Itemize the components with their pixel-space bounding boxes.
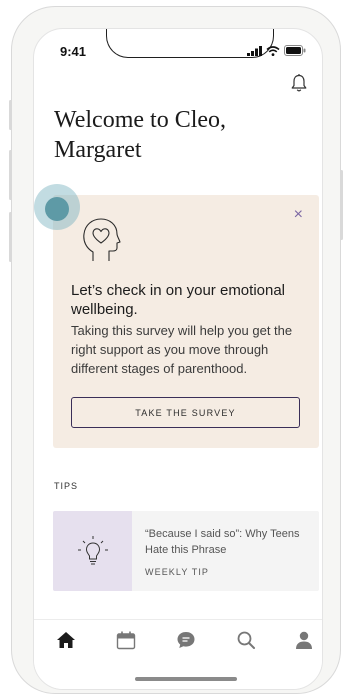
profile-icon — [294, 630, 314, 655]
tab-search[interactable] — [233, 630, 259, 654]
device-power-button — [340, 170, 343, 240]
tab-home[interactable] — [53, 630, 79, 654]
tab-chat[interactable] — [173, 630, 199, 654]
page-title: Welcome to Cleo, Margaret — [54, 105, 294, 165]
welcome-greeting: Welcome to Cleo, — [54, 107, 227, 133]
lightbulb-icon — [75, 533, 111, 574]
device-volume-up — [9, 150, 12, 200]
home-icon — [56, 631, 76, 654]
signal-icon — [247, 43, 262, 61]
survey-card: × Let’s check in on your emotional wellb… — [53, 195, 319, 448]
status-icons — [247, 43, 306, 61]
tab-profile[interactable] — [291, 630, 317, 654]
notification-bell-icon[interactable] — [290, 73, 308, 98]
wifi-icon — [266, 43, 280, 61]
device-volume-down — [9, 212, 12, 262]
tip-card[interactable]: “Because I said so”: Why Teens Hate this… — [53, 511, 319, 591]
chat-icon — [176, 630, 196, 655]
app-screen: 9:41 Welcome to Cleo, Margaret × Let’s c… — [33, 28, 323, 690]
close-icon[interactable]: × — [294, 207, 303, 223]
tip-tag: WEEKLY TIP — [145, 567, 210, 577]
survey-title: Let’s check in on your emotional wellbei… — [71, 282, 286, 318]
battery-icon — [284, 43, 306, 61]
device-side-button — [9, 100, 12, 130]
tip-title: “Because I said so”: Why Teens Hate this… — [145, 528, 300, 556]
tips-section-label: TIPS — [54, 481, 79, 491]
tip-thumbnail — [53, 511, 132, 591]
status-time: 9:41 — [60, 44, 87, 59]
survey-description: Taking this survey will help you get the… — [71, 323, 293, 376]
take-survey-button[interactable]: TAKE THE SURVEY — [71, 397, 300, 428]
tab-calendar[interactable] — [113, 630, 139, 654]
head-heart-icon — [79, 215, 125, 270]
calendar-icon — [116, 630, 136, 655]
search-icon — [236, 630, 256, 655]
welcome-user-name: Margaret — [54, 137, 142, 163]
home-indicator[interactable] — [135, 677, 237, 681]
touch-indicator-dot — [45, 197, 69, 221]
